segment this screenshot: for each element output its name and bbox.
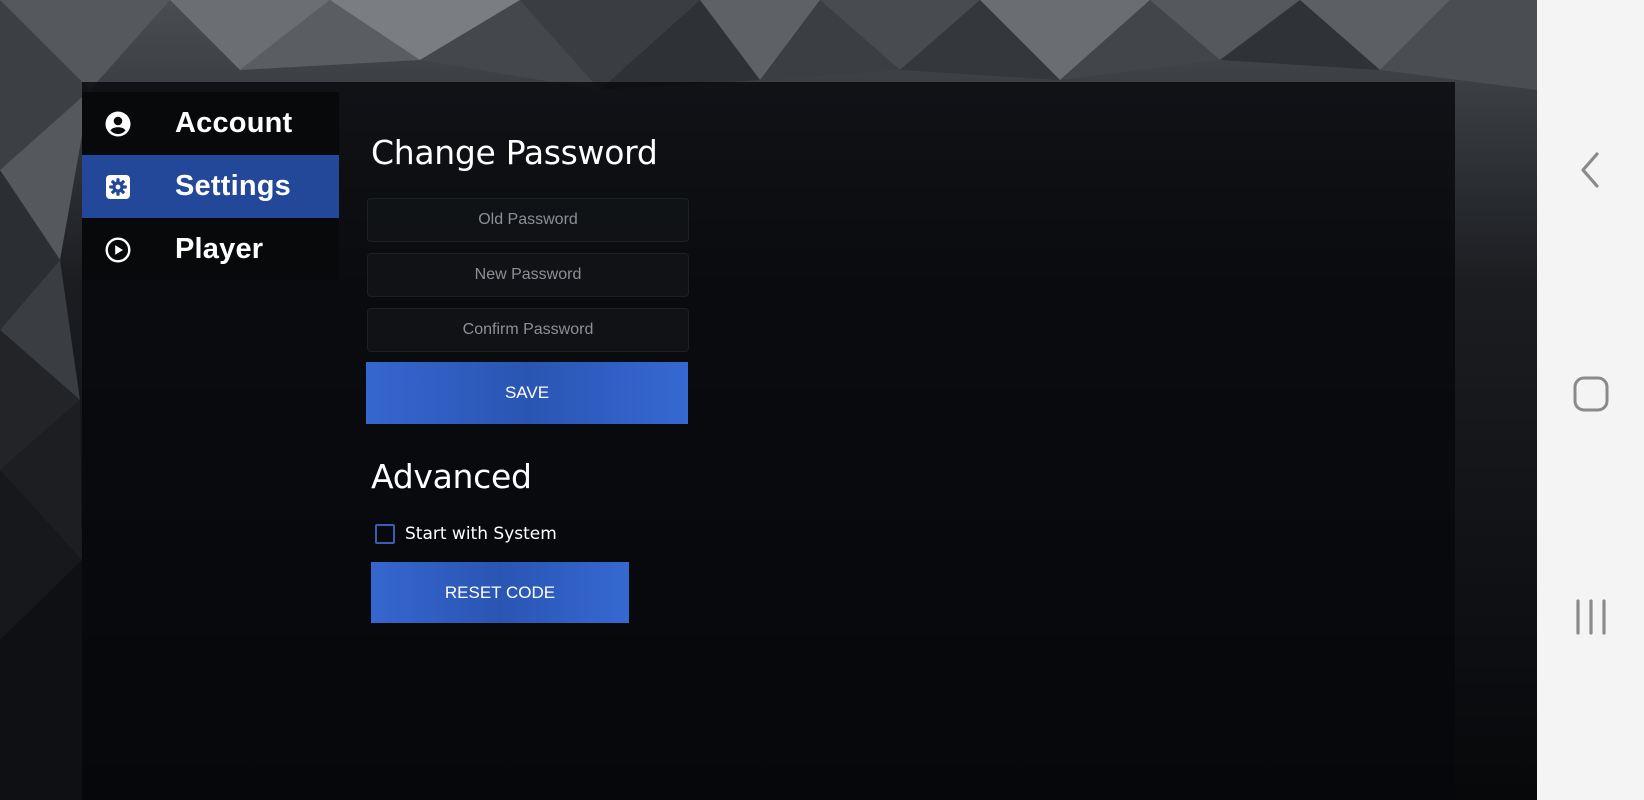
old-password-field[interactable] xyxy=(367,198,689,242)
sidebar-item-settings[interactable]: Settings xyxy=(82,155,339,218)
home-square-icon xyxy=(1572,375,1610,418)
system-nav-bar xyxy=(1537,0,1644,800)
sidebar-item-label: Settings xyxy=(175,170,291,202)
new-password-field[interactable] xyxy=(367,253,689,297)
start-with-system-toggle[interactable]: Start with System xyxy=(375,524,557,544)
sidebar-item-label: Account xyxy=(175,107,293,139)
nav-back-button[interactable] xyxy=(1537,132,1644,212)
app-screen: Account Settings Player Change Password … xyxy=(0,0,1644,800)
nav-recents-button[interactable] xyxy=(1537,579,1644,659)
confirm-password-field[interactable] xyxy=(367,308,689,352)
sidebar: Account Settings Player xyxy=(82,92,339,280)
sidebar-item-label: Player xyxy=(175,233,264,265)
start-with-system-checkbox[interactable] xyxy=(375,524,395,544)
sidebar-item-account[interactable]: Account xyxy=(82,92,339,155)
back-chevron-icon xyxy=(1578,150,1604,195)
change-password-title: Change Password xyxy=(371,133,658,172)
advanced-title: Advanced xyxy=(371,457,532,496)
save-button[interactable]: SAVE xyxy=(366,362,688,424)
settings-gear-icon xyxy=(104,173,132,201)
nav-home-button[interactable] xyxy=(1537,356,1644,436)
sidebar-item-player[interactable]: Player xyxy=(82,218,339,281)
play-circle-icon xyxy=(104,236,132,264)
start-with-system-label: Start with System xyxy=(405,524,557,544)
reset-code-button[interactable]: RESET CODE xyxy=(371,562,629,623)
recents-lines-icon xyxy=(1573,597,1609,642)
account-circle-icon xyxy=(104,110,132,138)
